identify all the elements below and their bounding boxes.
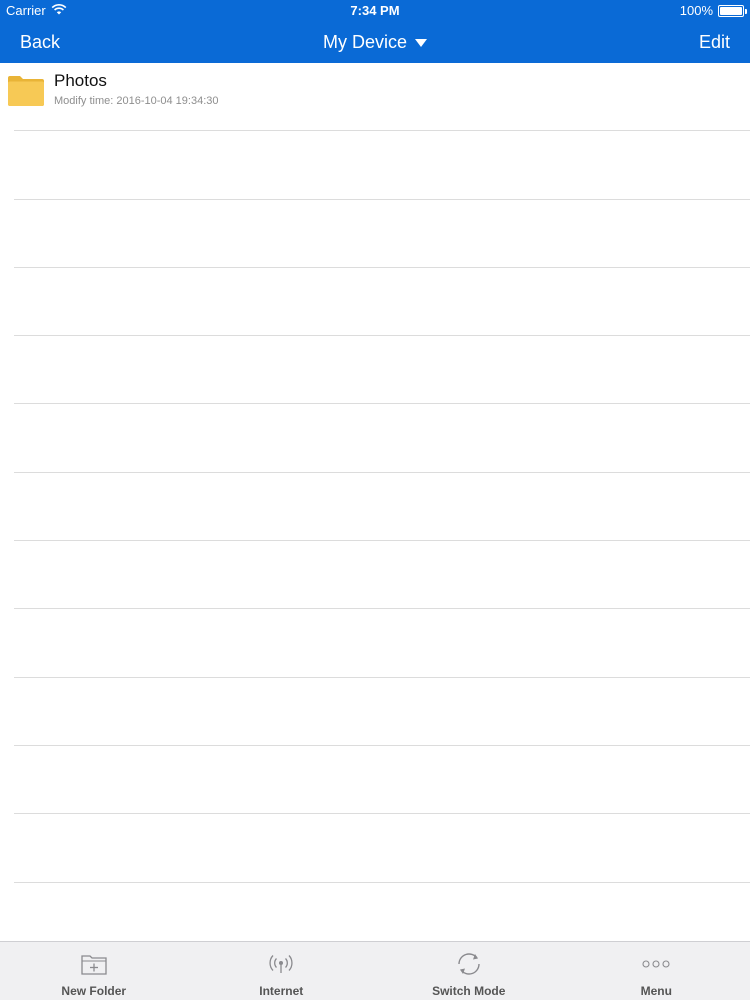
status-right: 100% xyxy=(679,3,747,18)
new-folder-icon xyxy=(80,950,108,978)
dropdown-caret-icon xyxy=(415,38,427,47)
header: Carrier 7:34 PM 100% Back My Device Edit xyxy=(0,0,750,63)
empty-row xyxy=(14,268,750,337)
tab-label: Menu xyxy=(640,984,672,998)
battery-tip xyxy=(745,8,747,14)
edit-button[interactable]: Edit xyxy=(699,32,730,53)
device-selector[interactable]: My Device xyxy=(323,32,427,53)
empty-row xyxy=(14,883,750,941)
battery-percent: 100% xyxy=(679,3,713,18)
more-icon xyxy=(642,950,670,978)
nav-bar: Back My Device Edit xyxy=(0,22,750,63)
empty-row xyxy=(14,678,750,746)
wifi-broadcast-icon xyxy=(267,950,295,978)
empty-row xyxy=(14,336,750,405)
tab-label: New Folder xyxy=(61,984,127,998)
tab-internet[interactable]: Internet xyxy=(188,942,376,1000)
tab-new-folder[interactable]: New Folder xyxy=(0,942,188,1000)
battery-fill xyxy=(720,6,742,15)
empty-row xyxy=(14,404,750,473)
tab-switch-mode[interactable]: Switch Mode xyxy=(375,942,563,1000)
tab-bar: New Folder Internet Switch Mode Menu xyxy=(0,941,750,1000)
empty-row xyxy=(14,541,750,610)
tab-menu[interactable]: Menu xyxy=(563,942,750,1000)
nav-title: My Device xyxy=(322,32,407,52)
status-bar: Carrier 7:34 PM 100% xyxy=(0,0,750,22)
empty-row xyxy=(14,609,750,678)
list-item[interactable]: Photos Modify time: 2016-10-04 19:34:30 xyxy=(8,63,750,132)
status-time: 7:34 PM xyxy=(350,3,400,18)
file-list: Photos Modify time: 2016-10-04 19:34:30 xyxy=(0,63,750,941)
empty-row xyxy=(14,200,750,268)
empty-row xyxy=(14,473,750,542)
back-button[interactable]: Back xyxy=(20,32,60,53)
file-name: Photos xyxy=(54,71,107,90)
tab-label: Internet xyxy=(259,984,304,998)
switch-mode-icon xyxy=(455,950,483,978)
file-modify-time: Modify time: 2016-10-04 19:34:30 xyxy=(54,95,219,107)
empty-row xyxy=(14,814,750,883)
nav-title-container: My Device xyxy=(0,32,750,53)
battery-icon xyxy=(718,4,747,17)
folder-icon xyxy=(7,73,45,107)
empty-row xyxy=(14,131,750,200)
tab-label: Switch Mode xyxy=(432,984,506,998)
empty-row xyxy=(14,746,750,815)
